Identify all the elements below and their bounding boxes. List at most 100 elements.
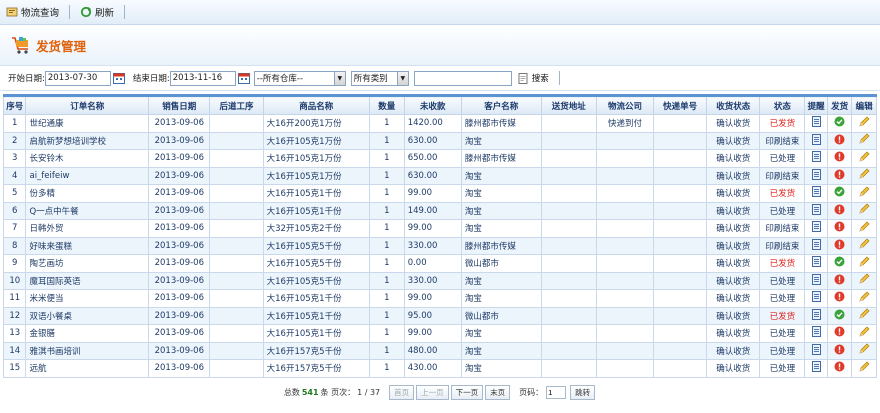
table-row[interactable]: 8 好味来蛋糕 2013-09-06 大16开105克5千份 1 330.00 滕州都市传媒… — [2, 236, 877, 255]
edit-pencil-icon[interactable] — [851, 219, 877, 238]
edit-pencil-icon[interactable] — [851, 184, 877, 203]
edit-pencil-icon[interactable] — [851, 201, 877, 220]
reminder-doc-icon[interactable] — [804, 254, 828, 273]
receive-status-link[interactable]: 确认收货 — [706, 114, 761, 133]
edit-pencil-icon[interactable] — [851, 324, 877, 343]
table-row[interactable]: 7 日韩外贸 2013-09-06 大32开105克2千份 1 99.00 淘宝 确认收货 印刷… — [2, 219, 877, 238]
quantity: 1 — [368, 271, 405, 290]
ship-ok-icon[interactable] — [826, 306, 853, 325]
ship-warn-icon[interactable] — [826, 201, 853, 220]
ship-warn-icon[interactable] — [826, 341, 853, 360]
receive-status-link[interactable]: 确认收货 — [706, 149, 761, 168]
refresh-button[interactable]: 刷新 — [80, 5, 114, 19]
edit-pencil-icon[interactable] — [851, 236, 877, 255]
edit-pencil-icon[interactable] — [851, 341, 877, 360]
table-row[interactable]: 11 米米便当 2013-09-06 大16开105克1千份 1 99.00 淘宝 确认收货已… — [2, 289, 877, 308]
goto-page-input[interactable] — [546, 386, 567, 399]
receive-status-link[interactable]: 确认收货 — [706, 254, 761, 273]
receive-status-link[interactable]: 确认收货 — [706, 271, 761, 290]
warehouse-select[interactable]: --所有仓库-- ▼ — [253, 70, 346, 86]
receive-status-link[interactable]: 确认收货 — [706, 166, 761, 185]
first-page-button[interactable]: 首页 — [389, 385, 415, 400]
edit-pencil-icon[interactable] — [851, 149, 877, 168]
receive-status-link[interactable]: 确认收货 — [706, 324, 761, 343]
reminder-doc-icon[interactable] — [804, 289, 828, 308]
table-row[interactable]: 6 Q一点中午餐 2013-09-06 大16开105克1千份 1 149.00 淘宝 确认收… — [2, 201, 877, 220]
logistics-query-button[interactable]: 物流查询 — [6, 5, 59, 19]
order-name: 长安铃木 — [25, 149, 150, 168]
table-row[interactable]: 9 陶艺画坊 2013-09-06 大16开105克5千份 1 0.00 微山都市 确认收货已… — [2, 254, 877, 273]
receive-status-link[interactable]: 确认收货 — [706, 184, 761, 203]
ship-warn-icon[interactable] — [826, 149, 853, 168]
reminder-doc-icon[interactable] — [804, 149, 828, 168]
sale-date: 2013-09-06 — [148, 149, 211, 168]
reminder-doc-icon[interactable] — [804, 114, 828, 133]
table-row[interactable]: 10 魔耳国际英语 2013-09-06 大16开105克5千份 1 330.00 淘宝 确认… — [2, 271, 877, 290]
ship-warn-icon[interactable] — [826, 219, 853, 238]
receive-status-link[interactable]: 确认收货 — [706, 236, 761, 255]
jump-button[interactable]: 跳转 — [570, 385, 596, 400]
edit-pencil-icon[interactable] — [851, 306, 877, 325]
table-row[interactable]: 3 长安铃木 2013-09-06 大16开105克1万份 1 650.00 滕州都市传媒 确… — [2, 149, 877, 168]
unpaid-amount: 630.00 — [403, 131, 462, 150]
table-row[interactable]: 2 启航新梦想培训学校 2013-09-06 大16开105克1万份 1 630.00 淘宝… — [2, 131, 877, 150]
ship-warn-icon[interactable] — [826, 359, 853, 378]
receive-status-link[interactable]: 确认收货 — [706, 289, 761, 308]
ship-warn-icon[interactable] — [826, 324, 853, 343]
reminder-doc-icon[interactable] — [804, 201, 828, 220]
receive-status-link[interactable]: 确认收货 — [706, 201, 761, 220]
ship-warn-icon[interactable] — [826, 271, 853, 290]
ship-ok-icon[interactable] — [826, 254, 853, 273]
reminder-doc-icon[interactable] — [804, 324, 828, 343]
reminder-doc-icon[interactable] — [804, 236, 828, 255]
edit-pencil-icon[interactable] — [851, 271, 877, 290]
ship-ok-icon[interactable] — [826, 184, 853, 203]
ship-ok-icon[interactable] — [826, 114, 853, 133]
quantity: 1 — [368, 166, 405, 185]
end-date-input[interactable] — [169, 70, 236, 86]
edit-pencil-icon[interactable] — [851, 166, 877, 185]
receive-status-link[interactable]: 确认收货 — [706, 131, 761, 150]
calendar-icon[interactable] — [112, 72, 125, 84]
prev-page-button[interactable]: 上一页 — [416, 385, 449, 400]
edit-pencil-icon[interactable] — [851, 131, 877, 150]
table-row[interactable]: 5 份多精 2013-09-06 大16开105克1千份 1 99.00 淘宝 确认收货 已发货 — [2, 184, 877, 203]
reminder-doc-icon[interactable] — [804, 131, 828, 150]
panel-header: 发货管理 — [0, 25, 880, 66]
table-row[interactable]: 4 ai_feifeiw 2013-09-06 大16开105克1万份 1 630.00 淘… — [2, 166, 877, 185]
reminder-doc-icon[interactable] — [804, 306, 828, 325]
reminder-doc-icon[interactable] — [804, 184, 828, 203]
reminder-doc-icon[interactable] — [804, 341, 828, 360]
edit-pencil-icon[interactable] — [851, 114, 877, 133]
edit-pencil-icon[interactable] — [851, 359, 877, 378]
table-row[interactable]: 1 世纪通康 2013-09-06 大16开200克1万份 1 1420.00 滕州都市传媒… — [2, 114, 877, 133]
reminder-doc-icon[interactable] — [804, 166, 828, 185]
search-button[interactable]: 搜索 — [518, 72, 549, 84]
reminder-doc-icon[interactable] — [804, 219, 828, 238]
reminder-doc-icon[interactable] — [804, 271, 828, 290]
category-select[interactable]: 所有类别 ▼ — [350, 70, 409, 86]
keyword-input[interactable] — [413, 70, 512, 86]
table-row[interactable]: 15 远航 2013-09-06 大16开157克5千份 1 430.00 淘宝 确认收货 已处… — [2, 359, 877, 378]
table-row[interactable]: 12 双语小餐桌 2013-09-06 大16开105克1千份 1 95.00 微山都市 确认… — [2, 306, 877, 325]
receive-status-link[interactable]: 确认收货 — [706, 359, 761, 378]
start-date-input[interactable] — [44, 70, 111, 86]
edit-pencil-icon[interactable] — [851, 254, 877, 273]
ship-warn-icon[interactable] — [826, 236, 853, 255]
ship-warn-icon[interactable] — [826, 131, 853, 150]
product-name: 大32开105克2千份 — [262, 219, 370, 238]
product-name: 大16开105克1千份 — [262, 201, 370, 220]
order-status: 已处理 — [759, 324, 806, 343]
reminder-doc-icon[interactable] — [804, 359, 828, 378]
receive-status-link[interactable]: 确认收货 — [706, 341, 761, 360]
receive-status-link[interactable]: 确认收货 — [706, 306, 761, 325]
ship-warn-icon[interactable] — [826, 289, 853, 308]
calendar-icon[interactable] — [237, 72, 250, 84]
edit-pencil-icon[interactable] — [851, 289, 877, 308]
table-row[interactable]: 14 雅淇书画培训 2013-09-06 大16开157克5千份 1 480.00 淘宝 确认… — [2, 341, 877, 360]
ship-warn-icon[interactable] — [826, 166, 853, 185]
receive-status-link[interactable]: 确认收货 — [706, 219, 761, 238]
last-page-button[interactable]: 末页 — [485, 385, 511, 400]
table-row[interactable]: 13 金银膳 2013-09-06 大16开105克1千份 1 99.00 淘宝 确认收货 已处… — [2, 324, 877, 343]
next-page-button[interactable]: 下一页 — [450, 385, 484, 400]
